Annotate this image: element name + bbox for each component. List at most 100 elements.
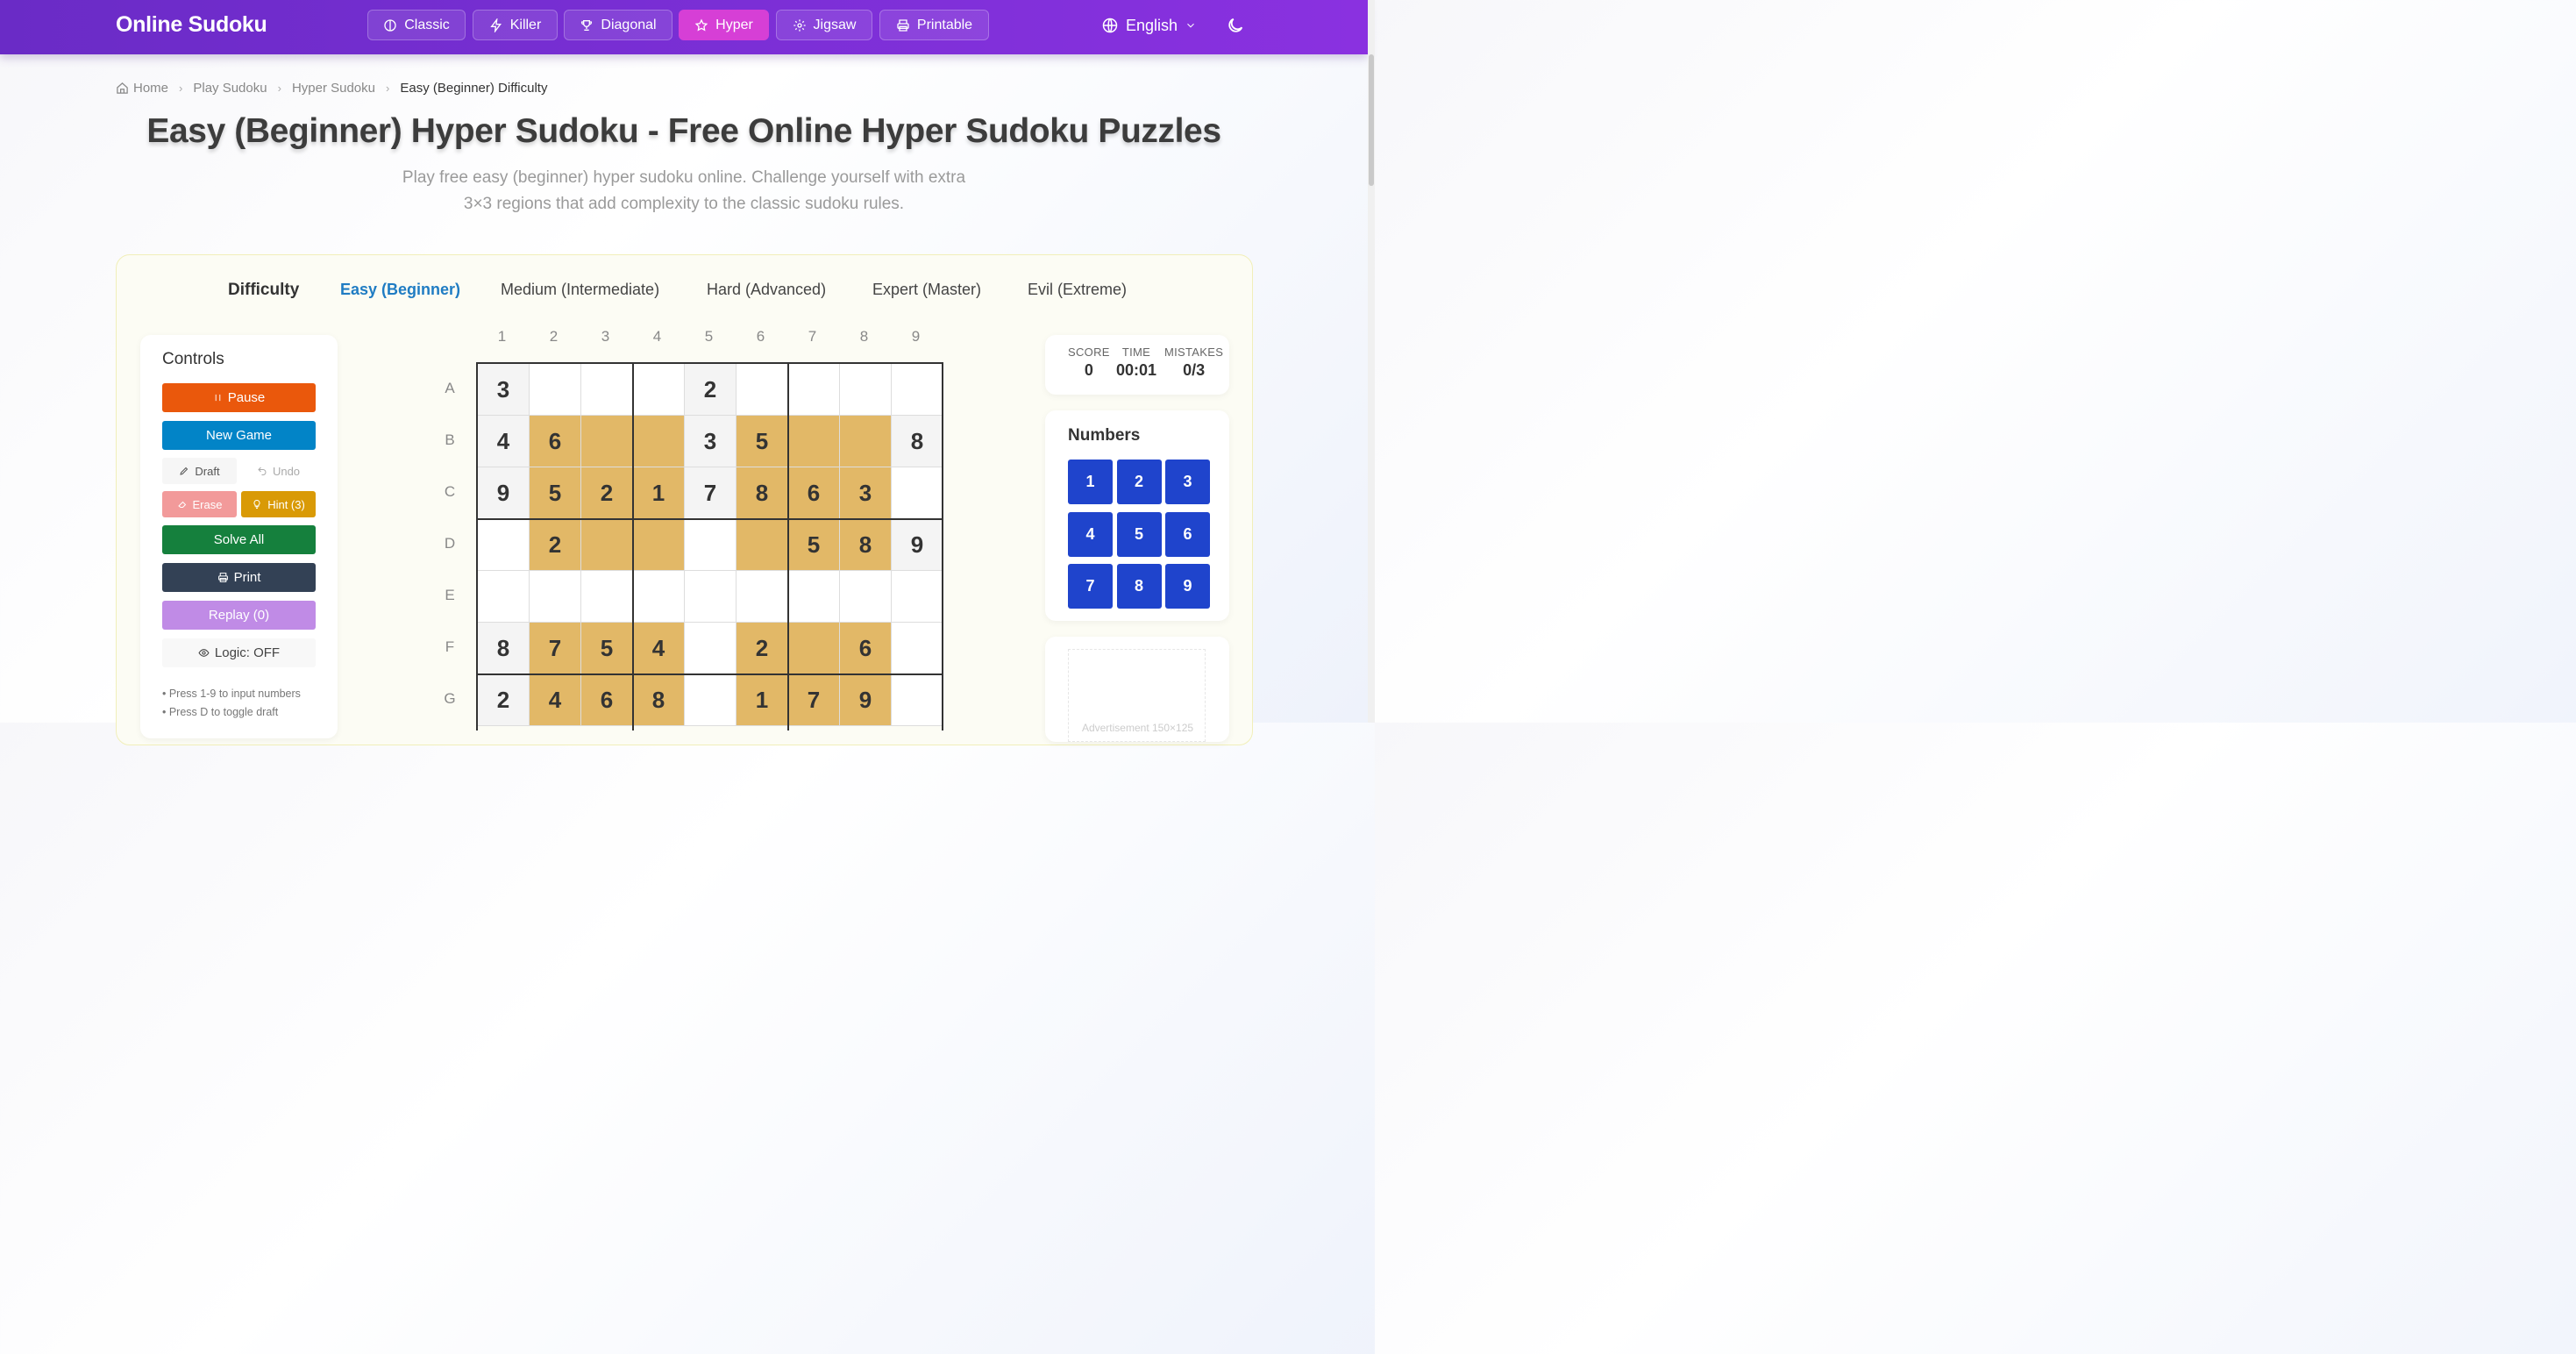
grid-cell[interactable] (892, 623, 942, 674)
grid-cell[interactable] (892, 467, 942, 519)
scrollbar-thumb[interactable] (1369, 54, 1374, 186)
difficulty-evil[interactable]: Evil (Extreme) (1028, 281, 1127, 299)
breadcrumb-play-sudoku[interactable]: Play Sudoku (193, 81, 267, 96)
grid-cell[interactable]: 3 (478, 364, 530, 416)
number-key[interactable]: 8 (1116, 564, 1162, 609)
grid-cell[interactable]: 2 (530, 519, 581, 571)
number-key[interactable]: 2 (1116, 460, 1162, 504)
grid-cell[interactable]: 7 (530, 623, 581, 674)
tab-jigsaw[interactable]: Jigsaw (776, 10, 872, 40)
grid-cell[interactable] (633, 571, 685, 623)
tab-diagonal[interactable]: Diagonal (564, 10, 672, 40)
theme-toggle-button[interactable] (1226, 16, 1245, 39)
undo-button[interactable]: Undo (241, 458, 316, 484)
breadcrumb-home[interactable]: Home (133, 81, 168, 96)
grid-cell[interactable]: 6 (840, 623, 892, 674)
grid-cell[interactable]: 9 (478, 467, 530, 519)
new-game-button[interactable]: New Game (162, 421, 316, 450)
pause-button[interactable]: Pause (162, 383, 316, 412)
grid-cell[interactable] (581, 571, 633, 623)
grid-cell[interactable] (788, 623, 840, 674)
grid-cell[interactable]: 8 (892, 416, 942, 467)
tab-printable[interactable]: Printable (879, 10, 989, 40)
grid-cell[interactable]: 2 (737, 623, 788, 674)
grid-cell[interactable]: 4 (633, 623, 685, 674)
grid-cell[interactable]: 6 (530, 416, 581, 467)
number-key[interactable]: 4 (1068, 511, 1113, 557)
number-key[interactable]: 7 (1068, 564, 1113, 609)
grid-cell[interactable] (892, 674, 942, 726)
grid-cell[interactable]: 9 (840, 674, 892, 726)
difficulty-expert[interactable]: Expert (Master) (872, 281, 981, 299)
grid-cell[interactable] (788, 364, 840, 416)
brand-logo[interactable]: Online Sudoku (116, 12, 267, 38)
grid-cell[interactable]: 7 (685, 467, 737, 519)
grid-cell[interactable] (478, 571, 530, 623)
grid-cell[interactable]: 6 (788, 467, 840, 519)
difficulty-hard[interactable]: Hard (Advanced) (707, 281, 826, 299)
grid-cell[interactable] (892, 364, 942, 416)
grid-cell[interactable]: 2 (685, 364, 737, 416)
grid-cell[interactable]: 8 (633, 674, 685, 726)
grid-cell[interactable]: 5 (530, 467, 581, 519)
print-button[interactable]: Print (162, 563, 316, 592)
grid-cell[interactable] (840, 416, 892, 467)
number-key[interactable]: 1 (1068, 460, 1113, 504)
grid-cell[interactable]: 3 (685, 416, 737, 467)
grid-cell[interactable] (840, 364, 892, 416)
grid-cell[interactable]: 4 (478, 416, 530, 467)
grid-cell[interactable]: 5 (737, 416, 788, 467)
tab-classic[interactable]: Classic (367, 10, 466, 40)
grid-cell[interactable]: 2 (478, 674, 530, 726)
grid-cell[interactable] (737, 364, 788, 416)
grid-cell[interactable]: 8 (478, 623, 530, 674)
grid-cell[interactable] (685, 571, 737, 623)
grid-cell[interactable]: 2 (581, 467, 633, 519)
difficulty-easy[interactable]: Easy (Beginner) (340, 281, 460, 299)
grid-cell[interactable]: 5 (581, 623, 633, 674)
number-key[interactable]: 9 (1165, 564, 1210, 609)
difficulty-medium[interactable]: Medium (Intermediate) (501, 281, 659, 299)
grid-cell[interactable] (685, 623, 737, 674)
grid-cell[interactable] (840, 571, 892, 623)
grid-cell[interactable]: 5 (788, 519, 840, 571)
logic-toggle[interactable]: Logic: OFF (162, 638, 316, 667)
grid-cell[interactable] (530, 571, 581, 623)
tab-hyper[interactable]: Hyper (679, 10, 769, 40)
grid-cell[interactable] (788, 571, 840, 623)
number-key[interactable]: 5 (1116, 511, 1162, 557)
hint-button[interactable]: Hint (3) (241, 491, 316, 517)
grid-cell[interactable] (788, 416, 840, 467)
grid-cell[interactable] (737, 519, 788, 571)
language-selector[interactable]: English (1101, 14, 1197, 37)
grid-cell[interactable] (581, 519, 633, 571)
grid-cell[interactable] (685, 674, 737, 726)
draft-button[interactable]: Draft (162, 458, 237, 484)
grid-cell[interactable] (633, 364, 685, 416)
grid-cell[interactable]: 6 (581, 674, 633, 726)
grid-cell[interactable] (581, 416, 633, 467)
grid-cell[interactable]: 8 (737, 467, 788, 519)
grid-cell[interactable]: 1 (633, 467, 685, 519)
grid-cell[interactable] (685, 519, 737, 571)
breadcrumb-hyper-sudoku[interactable]: Hyper Sudoku (292, 81, 375, 96)
grid-cell[interactable] (892, 571, 942, 623)
tab-killer[interactable]: Killer (473, 10, 558, 40)
grid-cell[interactable]: 9 (892, 519, 942, 571)
solve-all-button[interactable]: Solve All (162, 525, 316, 554)
number-key[interactable]: 3 (1165, 460, 1210, 504)
grid-cell[interactable] (737, 571, 788, 623)
grid-cell[interactable]: 1 (737, 674, 788, 726)
grid-cell[interactable] (530, 364, 581, 416)
grid-cell[interactable]: 7 (788, 674, 840, 726)
grid-cell[interactable] (633, 416, 685, 467)
grid-cell[interactable]: 3 (840, 467, 892, 519)
grid-cell[interactable] (581, 364, 633, 416)
grid-cell[interactable]: 8 (840, 519, 892, 571)
grid-cell[interactable] (633, 519, 685, 571)
number-key[interactable]: 6 (1165, 511, 1210, 557)
grid-cell[interactable]: 4 (530, 674, 581, 726)
erase-button[interactable]: Erase (162, 491, 237, 517)
grid-cell[interactable] (478, 519, 530, 571)
replay-button[interactable]: Replay (0) (162, 601, 316, 630)
